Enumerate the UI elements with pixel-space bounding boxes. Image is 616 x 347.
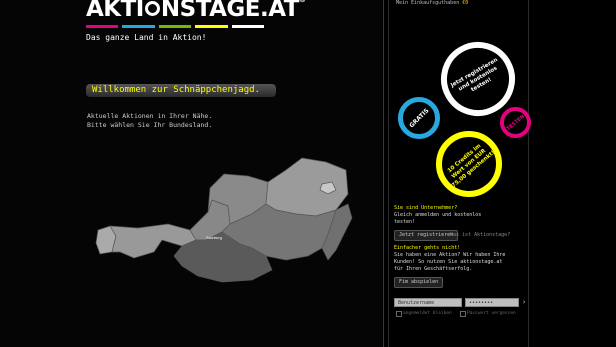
forgot-link[interactable]: Passwort vergessen xyxy=(467,311,516,316)
easy-text: für Ihren Geschäftserfolg. xyxy=(394,266,473,272)
intro-line: Aktuelle Aktionen in Ihrer Nähe. xyxy=(87,112,213,120)
logo-reg: ® xyxy=(298,0,306,4)
divider xyxy=(528,0,529,347)
business-text: testen! xyxy=(394,219,416,225)
circle-text: GRATIS xyxy=(407,106,431,130)
intro-text: Aktuelle Aktionen in Ihrer Nähe. Bitte w… xyxy=(87,112,212,130)
forgot-checkbox[interactable] xyxy=(460,311,466,317)
play-film-button[interactable]: Fim abspielen xyxy=(394,277,444,288)
circle-text: 10 Credits im Wert von EUR 75,00 geschen… xyxy=(446,142,496,189)
what-is-link[interactable]: Was ist Aktionstage? xyxy=(450,232,510,238)
password-field[interactable]: •••••••• xyxy=(465,298,519,307)
color-bar xyxy=(231,25,265,28)
color-bar xyxy=(122,25,155,28)
circle-text: TESTEN xyxy=(505,113,526,132)
register-button[interactable]: Jetzt registrieren xyxy=(394,230,459,241)
logo-text-b: NSTAGE.AT xyxy=(160,0,300,22)
business-text: Gleich anmelden und kostenlos xyxy=(394,212,482,218)
logo-text-a: AKTI xyxy=(86,0,144,22)
map-label-salzburg: Salzburg xyxy=(206,235,222,240)
austria-map: Salzburg xyxy=(95,157,353,283)
color-bar xyxy=(158,25,192,28)
color-bar xyxy=(86,25,119,28)
top-credit-bar: Mein Einkaufsguthaben €0 xyxy=(396,0,468,6)
remember-label: angemeldet bleiben xyxy=(403,311,452,316)
logo-o-ring-icon xyxy=(144,1,160,16)
welcome-banner: Willkommen zur Schnäppchenjagd. xyxy=(86,84,276,97)
color-bar xyxy=(195,25,228,28)
circle-text: Jetzt registrieren und kostenlos testen! xyxy=(449,56,499,93)
remember-checkbox[interactable] xyxy=(396,311,402,317)
easy-text: Sie haben eine Aktion? Wir haben Ihre xyxy=(394,252,506,258)
logo-color-bars xyxy=(86,25,265,28)
divider xyxy=(383,0,384,347)
credit-value: €0 xyxy=(462,0,469,6)
credit-label: Mein Einkaufsguthaben xyxy=(396,0,460,6)
intro-line: Bitte wählen Sie Ihr Bundesland. xyxy=(87,121,213,129)
easy-text: Kunden! So nutzen Sie aktionstage.at xyxy=(394,259,503,265)
username-field[interactable]: Benutzername xyxy=(394,298,462,307)
divider xyxy=(388,0,389,347)
tagline: Das ganze Land in Aktion! xyxy=(86,33,207,42)
region-niederoesterreich[interactable] xyxy=(265,157,349,217)
login-arrow-icon[interactable]: › xyxy=(522,298,530,306)
site-logo[interactable]: AKTI NSTAGE.AT® xyxy=(86,0,306,22)
easy-title: Einfacher gehts nicht! xyxy=(394,245,461,251)
business-title: Sie sind Unternehmer? xyxy=(394,205,458,211)
